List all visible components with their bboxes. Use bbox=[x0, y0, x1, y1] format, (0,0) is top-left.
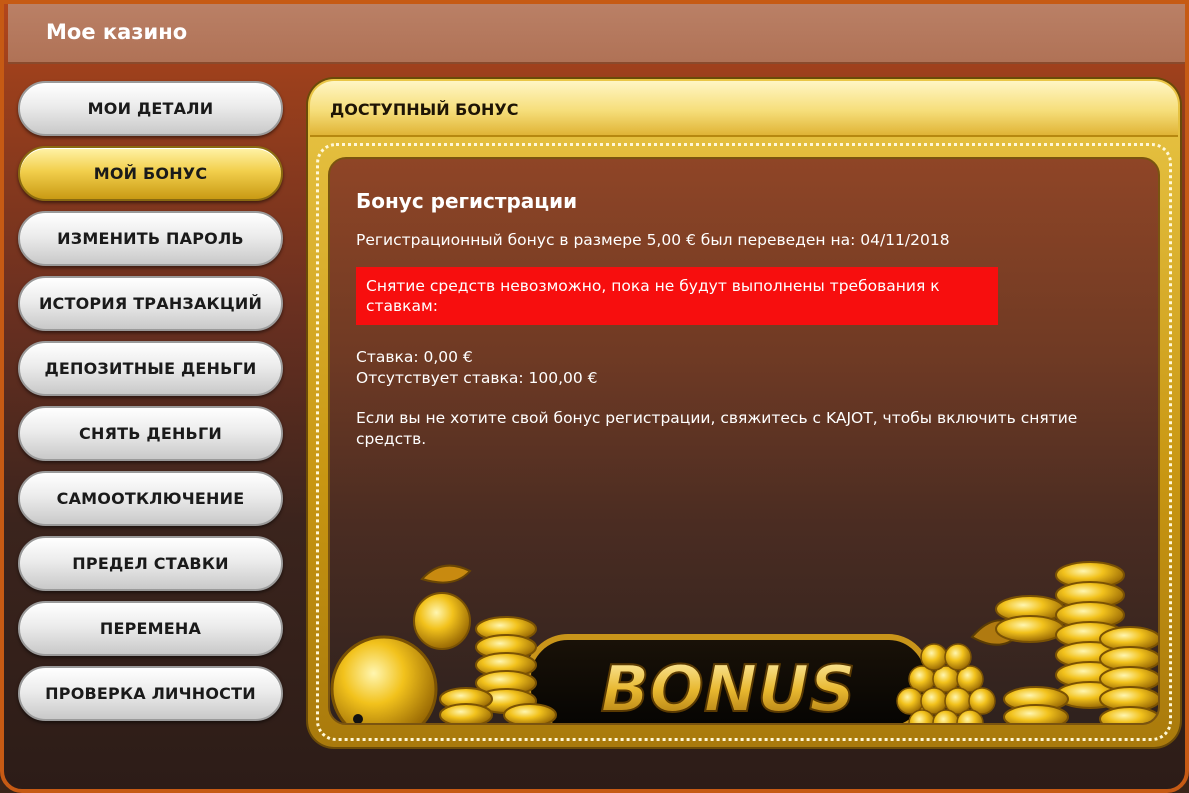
bonus-content-area: Бонус регистрации Регистрационный бонус … bbox=[328, 157, 1160, 725]
sidebar-nav: МОИ ДЕТАЛИ МОЙ БОНУС ИЗМЕНИТЬ ПАРОЛЬ ИСТ… bbox=[18, 81, 284, 731]
nav-bet-limit-button[interactable]: ПРЕДЕЛ СТАВКИ bbox=[18, 536, 283, 591]
nav-transaction-history-button[interactable]: ИСТОРИЯ ТРАНЗАКЦИЙ bbox=[18, 276, 283, 331]
nav-change-password-button[interactable]: ИЗМЕНИТЬ ПАРОЛЬ bbox=[18, 211, 283, 266]
app-title: Мое казино bbox=[46, 20, 188, 44]
contact-note: Если вы не хотите свой бонус регистрации… bbox=[356, 409, 1078, 448]
app-frame: Мое казино МОИ ДЕТАЛИ МОЙ БОНУС ИЗМЕНИТЬ… bbox=[0, 0, 1189, 793]
nav-my-bonus-button[interactable]: МОЙ БОНУС bbox=[18, 146, 283, 201]
nav-my-details-button[interactable]: МОИ ДЕТАЛИ bbox=[18, 81, 283, 136]
stake-info: Ставка: 0,00 € Отсутствует ставка: 100,0… bbox=[356, 347, 1136, 389]
nav-identity-verification-button[interactable]: ПРОВЕРКА ЛИЧНОСТИ bbox=[18, 666, 283, 721]
title-bar: Мое казино bbox=[8, 4, 1185, 64]
nav-change-button[interactable]: ПЕРЕМЕНА bbox=[18, 601, 283, 656]
panel-title: ДОСТУПНЫЙ БОНУС bbox=[330, 100, 519, 119]
bonus-panel: ДОСТУПНЫЙ БОНУС Бонус регистрации Регист… bbox=[308, 79, 1180, 747]
nav-deposit-money-button[interactable]: ДЕПОЗИТНЫЕ ДЕНЬГИ bbox=[18, 341, 283, 396]
nav-withdraw-money-button[interactable]: СНЯТЬ ДЕНЬГИ bbox=[18, 406, 283, 461]
bonus-details: Бонус регистрации Регистрационный бонус … bbox=[356, 189, 1136, 450]
bonus-transfer-text: Регистрационный бонус в размере 5,00 € б… bbox=[356, 231, 950, 249]
panel-header: ДОСТУПНЫЙ БОНУС bbox=[310, 81, 1178, 137]
bonus-banner-text: BONUS bbox=[601, 653, 856, 725]
missing-stake-value: Отсутствует ставка: 100,00 € bbox=[356, 369, 598, 387]
nav-self-exclusion-button[interactable]: САМООТКЛЮЧЕНИЕ bbox=[18, 471, 283, 526]
stake-value: Ставка: 0,00 € bbox=[356, 348, 473, 366]
withdrawal-alert: Снятие средств невозможно, пока не будут… bbox=[356, 267, 998, 325]
bonus-heading: Бонус регистрации bbox=[356, 189, 578, 213]
